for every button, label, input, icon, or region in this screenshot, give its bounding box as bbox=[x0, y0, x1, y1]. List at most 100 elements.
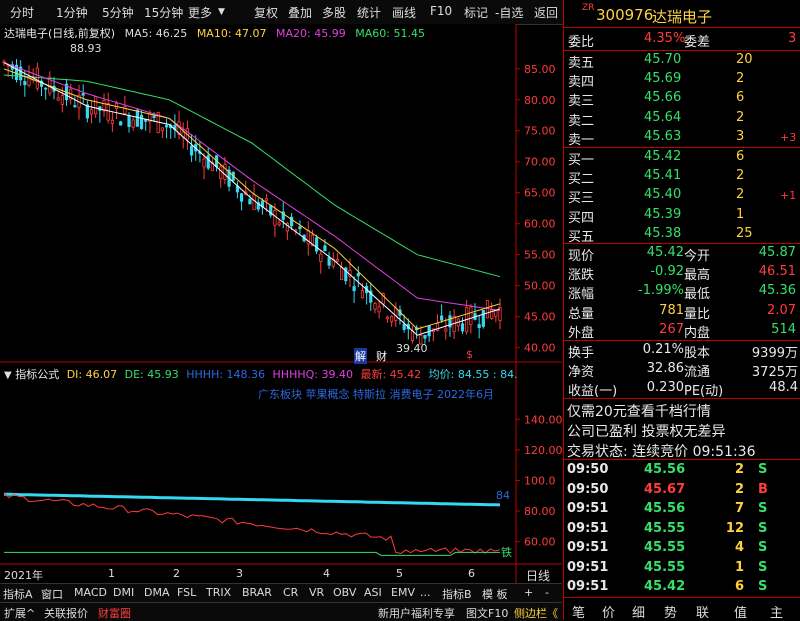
kline-svg[interactable]: 85.00 80.00 75.00 70.00 65.00 60.00 55.00 50.00… bbox=[0, 24, 562, 610]
period-tab-more[interactable]: 更多 bbox=[188, 4, 212, 21]
toolbar-duogu[interactable]: 多股 bbox=[322, 4, 346, 21]
quote-label-1: 总量 bbox=[568, 306, 595, 322]
stats-value-2: 48.4 bbox=[769, 380, 798, 395]
status-new-user[interactable]: 新用户福利专享 bbox=[378, 605, 455, 621]
tab-window[interactable]: 窗口 bbox=[41, 586, 63, 602]
stats-value-1: 0.21% bbox=[642, 342, 684, 357]
tick-side: S bbox=[758, 462, 768, 477]
sell-price: 45.69 bbox=[644, 71, 682, 87]
stats-value-2: 9399万 bbox=[751, 346, 798, 361]
period-tab-1min[interactable]: 1分钟 bbox=[56, 4, 88, 21]
tab-obv[interactable]: OBV bbox=[333, 586, 356, 599]
status-expand[interactable]: 扩展^ bbox=[4, 605, 35, 621]
nav-zhi[interactable]: 值 bbox=[734, 602, 747, 621]
toolbar-huaxian[interactable]: 画线 bbox=[392, 4, 416, 21]
stats-label-2: 流通 bbox=[684, 365, 711, 380]
main-chart-header: 达瑞电子(日线,前复权) MA5: 46.25 MA10: 47.07 MA20… bbox=[4, 25, 425, 41]
candle-body bbox=[160, 127, 164, 132]
period-tab-15min[interactable]: 15分钟 bbox=[144, 4, 183, 21]
toolbar-tongji[interactable]: 统计 bbox=[357, 4, 381, 21]
tab-trix[interactable]: TRIX bbox=[206, 586, 231, 599]
nav-xi[interactable]: 细 bbox=[632, 602, 645, 621]
sell-price: 45.66 bbox=[644, 90, 682, 106]
toolbar-zixuan[interactable]: -自选 bbox=[495, 4, 523, 21]
tick-time: 09:50 bbox=[567, 462, 609, 477]
status-f10[interactable]: 图文F10 bbox=[466, 605, 508, 621]
sell-row: 卖一 45.63 3 +3 bbox=[564, 128, 800, 148]
tick-side: S bbox=[758, 579, 768, 594]
tab-brar[interactable]: BRAR bbox=[242, 586, 272, 599]
low-price-label: 39.40 bbox=[396, 342, 428, 355]
promo-1[interactable]: 仅需20元查看千档行情 bbox=[564, 400, 800, 420]
tab-vr[interactable]: VR bbox=[309, 586, 324, 599]
more-dropdown-icon[interactable]: ▼ bbox=[218, 7, 225, 17]
dollar-marker[interactable]: $ bbox=[466, 348, 473, 361]
buy-price: 45.41 bbox=[644, 168, 682, 184]
buy-volume: 2 bbox=[736, 168, 745, 184]
jie-marker[interactable]: 解 bbox=[354, 348, 367, 364]
period-label-daily[interactable]: 日线 bbox=[526, 567, 550, 584]
quote-label-1: 涨幅 bbox=[568, 287, 595, 303]
time-label-2021: 2021年 bbox=[4, 569, 43, 582]
buy-price: 45.38 bbox=[644, 225, 682, 241]
candle-body bbox=[23, 81, 27, 86]
time-label-6: 6 bbox=[468, 567, 475, 580]
stats-value-1: 0.230 bbox=[646, 380, 684, 395]
sell-row: 卖五 45.70 20 bbox=[564, 51, 800, 71]
toolbar-f10[interactable]: F10 bbox=[430, 4, 452, 18]
period-tab-timeshare[interactable]: 分时 bbox=[10, 4, 34, 21]
tab-macd[interactable]: MACD bbox=[74, 586, 107, 599]
chart-area[interactable]: 85.00 80.00 75.00 70.00 65.00 60.00 55.00 50.00… bbox=[0, 24, 562, 610]
candle-body bbox=[139, 114, 144, 129]
indicator-dropdown-icon[interactable]: ▼ bbox=[4, 370, 12, 381]
toolbar-diejia[interactable]: 叠加 bbox=[288, 4, 312, 21]
tab-template[interactable]: 模 板 bbox=[482, 586, 508, 602]
buy-price: 45.40 bbox=[644, 187, 682, 203]
sell-row: 卖四 45.69 2 bbox=[564, 70, 800, 90]
tab-asi[interactable]: ASI bbox=[364, 586, 382, 599]
weibi-value: 4.35% bbox=[644, 31, 686, 46]
sell-volume: 3 bbox=[736, 128, 745, 144]
nav-lian[interactable]: 联 bbox=[696, 602, 709, 621]
tick-price: 45.56 bbox=[644, 501, 686, 516]
trade-status-text: 交易状态: 连续竞价 09:51:36 bbox=[567, 444, 756, 460]
candle-body bbox=[402, 323, 406, 330]
status-related-quote[interactable]: 关联报价 bbox=[44, 605, 88, 621]
promo-1-text[interactable]: 仅需20元查看千档行情 bbox=[567, 401, 711, 421]
toolbar-biaoji[interactable]: 标记 bbox=[464, 4, 488, 21]
nav-jia[interactable]: 价 bbox=[602, 602, 615, 621]
tab-indicator-a[interactable]: 指标A bbox=[3, 586, 33, 602]
candle-body bbox=[394, 307, 398, 321]
indicator-label[interactable]: 指标公式 bbox=[15, 368, 59, 381]
tick-volume: 2 bbox=[734, 462, 744, 477]
status-sidebar[interactable]: 侧边栏《 bbox=[514, 605, 558, 621]
tab-indicator-b[interactable]: 指标B bbox=[442, 586, 472, 602]
buy-label: 买一 bbox=[568, 153, 595, 168]
toolbar-fuquan[interactable]: 复权 bbox=[254, 4, 278, 21]
time-label-3: 3 bbox=[236, 567, 243, 580]
nav-zhu[interactable]: 主 bbox=[770, 602, 783, 621]
tick-volume: 1 bbox=[734, 559, 744, 575]
nav-shi[interactable]: 势 bbox=[664, 602, 677, 621]
indicator-subtitle: 广东板块 苹果概念 特斯拉 消费电子 2022年6月 bbox=[258, 388, 494, 401]
tab-dma[interactable]: DMA bbox=[144, 586, 170, 599]
nav-bi[interactable]: 笔 bbox=[572, 602, 585, 621]
period-tab-5min[interactable]: 5分钟 bbox=[102, 4, 134, 21]
tab-dmi[interactable]: DMI bbox=[113, 586, 134, 599]
status-wealth-circle[interactable]: 财富圈 bbox=[98, 605, 131, 621]
candle-body bbox=[144, 119, 148, 122]
indicator-84-label: 84 bbox=[496, 489, 510, 502]
quote-label-2: 今开 bbox=[684, 249, 711, 264]
zoom-out-button[interactable]: - bbox=[545, 586, 549, 599]
toolbar-back[interactable]: 返回 bbox=[534, 4, 558, 21]
sell-price: 45.64 bbox=[644, 109, 682, 125]
tab-emv[interactable]: EMV bbox=[391, 586, 415, 599]
tab-more[interactable]: ... bbox=[420, 586, 431, 599]
candle-body bbox=[110, 119, 114, 124]
zoom-in-button[interactable]: + bbox=[524, 586, 533, 599]
price-tick-label: 80.00 bbox=[524, 94, 556, 107]
indicator-header: ▼ 指标公式 DI: 46.07 DE: 45.93 HHHH: 148.36 … bbox=[4, 366, 518, 382]
tab-fsl[interactable]: FSL bbox=[177, 586, 196, 599]
tab-cr[interactable]: CR bbox=[283, 586, 298, 599]
cai-marker[interactable]: 财 bbox=[376, 348, 387, 364]
